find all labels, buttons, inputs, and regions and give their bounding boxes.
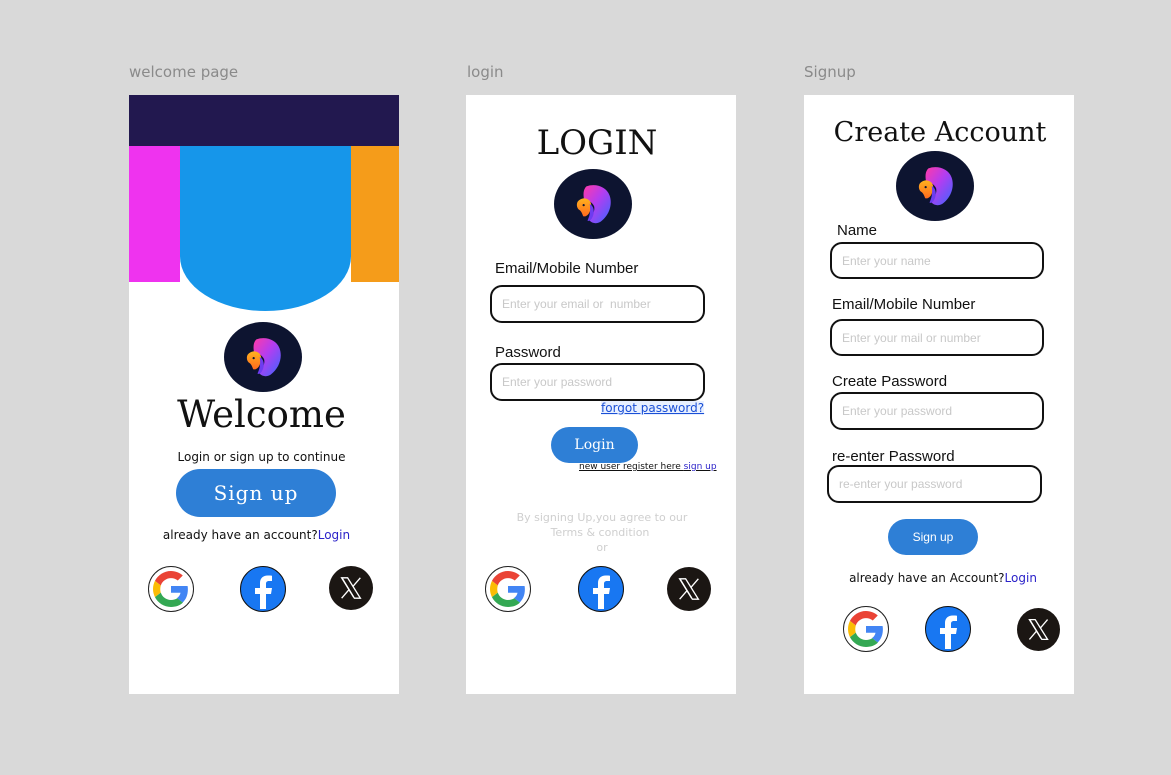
google-icon (848, 611, 884, 647)
welcome-subtitle: Login or sign up to continue (177, 450, 346, 464)
lion-logo-icon (241, 335, 285, 379)
email-label: Email/Mobile Number (832, 296, 976, 313)
frame-label-signup: Signup (804, 63, 856, 81)
login-link[interactable]: Login (1005, 571, 1037, 585)
new-user-label: new user register here (579, 462, 684, 472)
frame-label-welcome: welcome page (129, 63, 239, 81)
x-button[interactable] (329, 566, 373, 610)
create-password-label: Create Password (832, 373, 948, 390)
google-button[interactable] (843, 606, 889, 652)
new-user-text: new user register here sign up (579, 462, 717, 472)
login-link[interactable]: Login (318, 528, 350, 542)
email-input[interactable] (830, 319, 1044, 356)
facebook-icon (243, 569, 283, 609)
lion-logo (554, 169, 632, 239)
name-input[interactable] (830, 242, 1044, 279)
login-button[interactable]: Login (551, 427, 638, 463)
password-label: Password (495, 344, 561, 361)
login-title: LOGIN (536, 123, 658, 163)
decor-magenta-block (129, 146, 180, 282)
google-icon (153, 571, 189, 607)
decor-orange-block (351, 146, 399, 282)
welcome-screen: Welcome Login or sign up to continue Sig… (129, 95, 399, 694)
x-icon (334, 571, 368, 605)
x-button[interactable] (667, 567, 711, 611)
facebook-icon (581, 569, 621, 609)
lion-logo (896, 151, 974, 221)
reenter-password-input[interactable] (827, 465, 1042, 503)
terms-line-2: Terms & condition (550, 526, 650, 539)
google-icon (490, 571, 526, 607)
create-account-title: Create Account (833, 117, 1047, 148)
account-prompt-text: already have an Account? (849, 571, 1005, 585)
account-prompt: already have an Account?Login (804, 571, 1074, 585)
facebook-icon (928, 609, 968, 649)
terms-line-1: By signing Up,you agree to our (516, 511, 688, 524)
google-button[interactable] (148, 566, 194, 612)
x-button[interactable] (1017, 608, 1060, 651)
facebook-button[interactable] (240, 566, 286, 612)
forgot-password-link[interactable]: forgot password? (601, 401, 705, 415)
signup-link[interactable]: sign up (684, 462, 717, 472)
google-button[interactable] (485, 566, 531, 612)
name-label: Name (837, 222, 878, 239)
or-divider: or (596, 541, 608, 554)
facebook-button[interactable] (578, 566, 624, 612)
x-icon (672, 572, 706, 606)
signup-screen: Create Account Name Email/Mobile Number … (804, 95, 1074, 694)
password-input[interactable] (490, 363, 705, 401)
x-icon (1022, 613, 1055, 646)
login-screen: LOGIN Email/Mobile Number Password forgo… (466, 95, 736, 694)
header-band (129, 95, 399, 146)
signup-button[interactable]: Sign up (888, 519, 978, 555)
frame-label-login: login (467, 63, 504, 81)
welcome-title: Welcome (177, 393, 346, 436)
facebook-button[interactable] (925, 606, 971, 652)
decor-blue-arch (180, 146, 351, 311)
signup-button[interactable]: Sign up (176, 469, 336, 517)
lion-logo-icon (913, 164, 957, 208)
lion-logo-icon (571, 182, 615, 226)
reenter-password-label: re-enter Password (832, 448, 955, 465)
lion-logo (224, 322, 302, 392)
create-password-input[interactable] (830, 392, 1044, 430)
account-prompt: already have an account?Login (129, 528, 384, 542)
email-label: Email/Mobile Number (495, 260, 639, 277)
account-prompt-text: already have an account? (162, 528, 318, 542)
email-input[interactable] (490, 285, 705, 323)
